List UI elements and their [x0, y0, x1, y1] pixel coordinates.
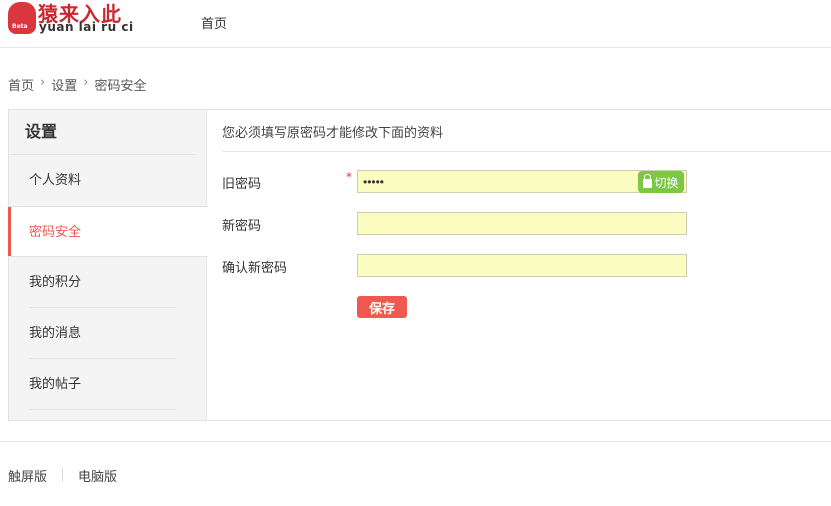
- sidebar-item-label: 个人资料: [29, 173, 82, 188]
- form-notice: 您必须填写原密码才能修改下面的资料: [222, 126, 444, 141]
- sidebar-item-label: 我的积分: [29, 275, 82, 290]
- sidebar-item-messages[interactable]: 我的消息: [9, 308, 206, 359]
- old-password-row: 旧密码 * 切换: [222, 170, 702, 194]
- sidebar-item-profile[interactable]: 个人资料: [9, 155, 206, 206]
- nav-home-link[interactable]: 首页: [201, 13, 227, 32]
- sidebar-item-posts[interactable]: 我的帖子: [9, 359, 206, 410]
- confirm-password-row: 确认新密码: [222, 254, 702, 278]
- sidebar-item-label: 密码安全: [29, 225, 82, 240]
- chevron-right-icon: ›: [40, 75, 46, 90]
- sidebar-item-label: 我的消息: [29, 326, 82, 341]
- confirm-password-label: 确认新密码: [222, 261, 288, 276]
- sidebar-title: 设置: [9, 110, 196, 155]
- pc-version-link[interactable]: 电脑版: [78, 466, 117, 485]
- footer: 触屏版 电脑版: [0, 441, 831, 485]
- mascot-icon: Beta: [8, 2, 36, 34]
- save-button[interactable]: 保存: [357, 296, 407, 318]
- new-password-input[interactable]: [357, 212, 687, 235]
- toggle-label: 切换: [654, 175, 679, 190]
- sidebar-item-points[interactable]: 我的积分: [9, 257, 206, 308]
- breadcrumb-current: 密码安全: [94, 79, 147, 94]
- lock-icon: [643, 174, 653, 188]
- divider: [62, 468, 64, 482]
- breadcrumb-settings[interactable]: 设置: [51, 75, 77, 94]
- touch-version-link[interactable]: 触屏版: [8, 466, 47, 485]
- settings-sidebar: 设置 个人资料 密码安全 我的积分 我的消息 我的帖子: [8, 110, 208, 420]
- toggle-visibility-button[interactable]: 切换: [638, 171, 684, 193]
- logo-subtitle: yuan lai ru ci: [39, 20, 134, 34]
- sidebar-item-password[interactable]: 密码安全: [8, 206, 208, 257]
- divider: [222, 151, 831, 152]
- new-password-label: 新密码: [222, 219, 262, 234]
- breadcrumb-home[interactable]: 首页: [8, 75, 34, 94]
- site-logo[interactable]: Beta 猿来入此 yuan lai ru ci: [6, 0, 146, 38]
- chevron-right-icon: ›: [83, 75, 89, 90]
- breadcrumb: 首页 › 设置 › 密码安全: [8, 75, 146, 94]
- beta-badge: Beta: [12, 23, 28, 30]
- new-password-row: 新密码: [222, 212, 702, 236]
- old-password-label: 旧密码: [222, 177, 262, 192]
- settings-panel: 设置 个人资料 密码安全 我的积分 我的消息 我的帖子 您必须填写原密码才能修改…: [8, 109, 831, 421]
- header: Beta 猿来入此 yuan lai ru ci 首页: [0, 0, 831, 48]
- confirm-password-input[interactable]: [357, 254, 687, 277]
- password-form: 您必须填写原密码才能修改下面的资料 旧密码 * 切换 新密码 确认新密码 保存: [207, 110, 831, 420]
- required-mark: *: [346, 170, 352, 184]
- sidebar-item-label: 我的帖子: [29, 377, 82, 392]
